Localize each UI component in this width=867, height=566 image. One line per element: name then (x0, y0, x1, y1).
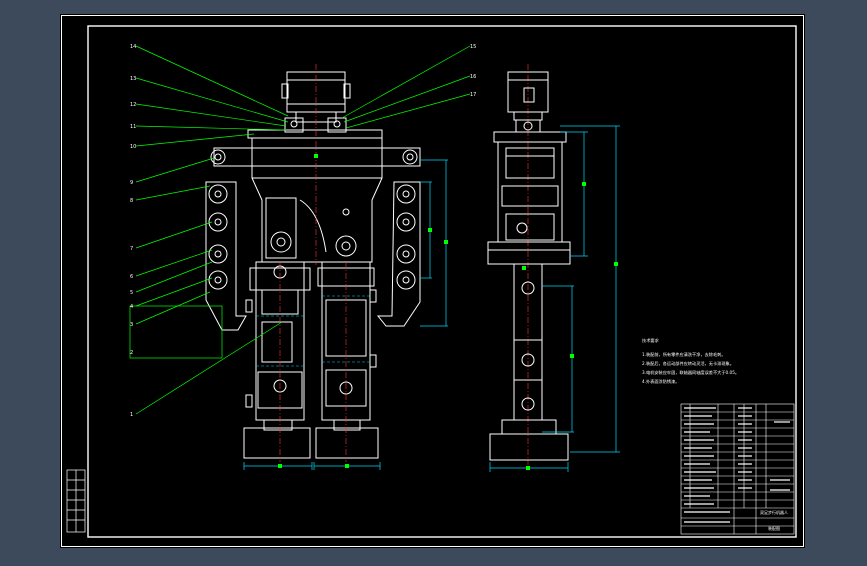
balloon-15: 15 (470, 44, 476, 50)
drawing-title: 双足步行机器人 (760, 509, 788, 515)
balloon-6: 6 (130, 274, 133, 280)
balloon-3: 3 (130, 322, 133, 328)
balloon-9: 9 (130, 180, 133, 186)
balloon-17: 17 (470, 92, 476, 98)
balloon-12: 12 (130, 102, 136, 108)
balloon-8: 8 (130, 198, 133, 204)
notes-line-2: 2.装配后，各运动部件应转动灵活，无卡滞现象。 (642, 360, 734, 367)
notes-heading: 技术要求 (642, 337, 660, 344)
notes-line-3: 3.电机安装应牢固，联轴器同轴度误差不大于0.05。 (642, 369, 739, 376)
balloon-10: 10 (130, 144, 136, 150)
balloon-14: 14 (130, 44, 136, 50)
cad-drawing-window: 14 13 12 11 10 9 8 7 6 5 4 3 2 1 15 16 1… (0, 0, 867, 562)
notes-line-4: 4.外表面涂防锈漆。 (642, 378, 680, 385)
balloon-7: 7 (130, 246, 133, 252)
drawing-number: 装配图 (768, 525, 780, 531)
balloon-16: 16 (470, 74, 476, 80)
balloon-13: 13 (130, 76, 136, 82)
balloon-5: 5 (130, 290, 133, 296)
cad-drawing-icon: 14 13 12 11 10 9 8 7 6 5 4 3 2 1 15 16 1… (60, 14, 805, 548)
balloon-4: 4 (130, 304, 133, 310)
balloon-11: 11 (130, 124, 136, 130)
balloon-1: 1 (130, 412, 133, 418)
balloon-2: 2 (130, 350, 133, 356)
notes-line-1: 1.装配前，所有零件应清洗干净，去除毛刺。 (642, 351, 726, 358)
